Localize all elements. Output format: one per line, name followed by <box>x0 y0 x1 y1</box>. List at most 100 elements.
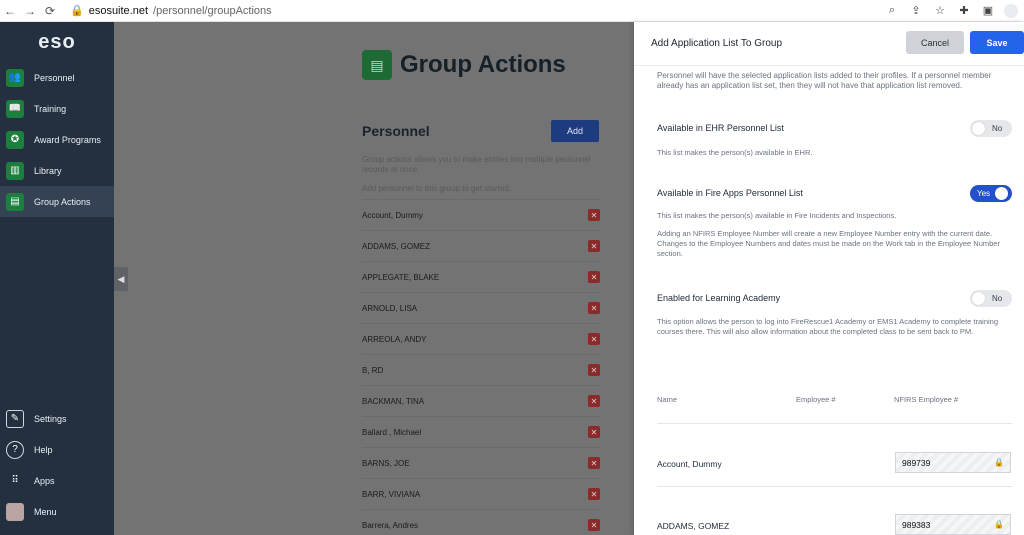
personnel-name: ARNOLD, LISA <box>362 303 418 313</box>
sidebar-item-training[interactable]: 📖 Training <box>0 93 114 124</box>
table-row: Account, Dummy ✕ <box>362 199 600 230</box>
table-row: ARREOLA, ANDY ✕ <box>362 323 600 354</box>
lock-icon: 🔒 <box>994 458 1004 467</box>
remove-icon[interactable]: ✕ <box>588 457 600 469</box>
remove-icon[interactable]: ✕ <box>588 426 600 438</box>
eso-logo[interactable]: eso <box>0 22 114 62</box>
panel-intro: Personnel will have the selected applica… <box>657 71 992 90</box>
remove-icon[interactable]: ✕ <box>588 364 600 376</box>
extensions-icon[interactable]: ✚ <box>956 3 972 19</box>
sidepanel-icon[interactable]: ▣ <box>980 3 996 19</box>
back-icon[interactable]: ← <box>0 1 20 21</box>
table-row: BARR, VIVIANA ✕ <box>362 478 600 509</box>
url-path: /personnel/groupActions <box>153 4 272 17</box>
forward-icon[interactable]: → <box>20 1 40 21</box>
page-header: ▤ Group Actions <box>362 50 566 80</box>
table-row: Ballard , Michael ✕ <box>362 416 600 447</box>
toggle-state: No <box>992 124 1003 133</box>
remove-icon[interactable]: ✕ <box>588 395 600 407</box>
fire-apps-option-help: This list makes the person(s) available … <box>657 211 897 220</box>
employee-name: Account, Dummy <box>657 459 722 469</box>
sidebar-item-library[interactable]: ▥ Library <box>0 155 114 186</box>
personnel-name: BARNS, JOE <box>362 458 410 468</box>
url-host: esosuite.net <box>88 4 149 17</box>
employee-name: ADDAMS, GOMEZ <box>657 521 730 531</box>
reload-icon[interactable]: ⟳ <box>40 1 60 21</box>
browser-toolbar: ← → ⟳ 🔒 esosuite.net/personnel/groupActi… <box>0 0 1024 22</box>
sidebar-item-personnel[interactable]: 👥 Personnel <box>0 62 114 93</box>
sidebar-item-label: Award Programs <box>34 134 101 145</box>
nfirs-number-value: 989739 <box>902 457 931 468</box>
side-panel: Add Application List To Group Cancel Sav… <box>634 22 1024 535</box>
sidebar-item-award-programs[interactable]: ✪ Award Programs <box>0 124 114 155</box>
nfirs-number-field: 989739 🔒 <box>895 452 1011 473</box>
group-actions-icon: ▤ <box>362 50 392 80</box>
column-header-name: Name <box>657 395 678 404</box>
fire-apps-toggle[interactable]: Yes <box>970 185 1012 202</box>
personnel-name: APPLEGATE, BLAKE <box>362 272 440 282</box>
remove-icon[interactable]: ✕ <box>588 488 600 500</box>
star-icon[interactable]: ☆ <box>932 3 948 19</box>
table-row: BACKMAN, TINA ✕ <box>362 385 600 416</box>
sidebar-item-menu[interactable]: Menu <box>0 496 114 527</box>
page-title: Group Actions <box>400 51 566 78</box>
people-icon: 👥 <box>6 68 24 87</box>
table-row: ADDAMS, GOMEZ ✕ <box>362 230 600 261</box>
toggle-knob <box>972 122 985 135</box>
table-row: ARNOLD, LISA ✕ <box>362 292 600 323</box>
personnel-list: Account, Dummy ✕ ADDAMS, GOMEZ ✕ APPLEGATE, … <box>362 199 600 535</box>
main-content: ◀ ▤ Group Actions Personnel Add Group ac… <box>114 22 634 535</box>
panel-title: Add Application List To Group <box>651 38 783 49</box>
column-header-nfirs: NFIRS Employee # <box>894 395 959 404</box>
nfirs-number-value: 989383 <box>902 519 931 530</box>
remove-icon[interactable]: ✕ <box>588 333 600 345</box>
share-icon[interactable]: ⇪ <box>908 3 924 19</box>
profile-icon[interactable] <box>1004 3 1018 18</box>
personnel-name: BARR, VIVIANA <box>362 489 421 499</box>
learning-academy-toggle[interactable]: No <box>970 290 1012 307</box>
personnel-name: Account, Dummy <box>362 210 423 220</box>
table-row: Barrera, Andres ✕ <box>362 509 600 535</box>
wrench-icon: ✎ <box>6 409 24 428</box>
sidebar: eso 👥 Personnel 📖 Training ✪ Award Progr… <box>0 22 114 535</box>
column-header-employee: Employee # <box>796 395 836 404</box>
learning-academy-option-help: This option allows the person to log int… <box>657 317 999 336</box>
toggle-state: Yes <box>977 189 991 198</box>
address-bar[interactable]: 🔒 esosuite.net/personnel/groupActions <box>70 4 272 18</box>
sidebar-item-help[interactable]: ? Help <box>0 434 114 465</box>
personnel-name: ADDAMS, GOMEZ <box>362 241 431 251</box>
table-row: APPLEGATE, BLAKE ✕ <box>362 261 600 292</box>
cancel-button[interactable]: Cancel <box>906 31 964 54</box>
avatar <box>6 502 24 521</box>
personnel-name: Ballard , Michael <box>362 427 422 437</box>
sidebar-item-settings[interactable]: ✎ Settings <box>0 403 114 434</box>
zoom-icon[interactable]: ⌕ <box>884 3 900 19</box>
remove-icon[interactable]: ✕ <box>588 209 600 221</box>
toggle-state: No <box>992 294 1003 303</box>
remove-icon[interactable]: ✕ <box>588 271 600 283</box>
fire-apps-option-label: Available in Fire Apps Personnel List <box>657 188 803 198</box>
sidebar-item-apps[interactable]: ⠿ Apps <box>0 465 114 496</box>
add-personnel-button[interactable]: Add <box>551 120 599 142</box>
save-button[interactable]: Save <box>970 31 1024 54</box>
remove-icon[interactable]: ✕ <box>588 519 600 531</box>
panel-header: Add Application List To Group <box>634 22 1024 66</box>
group-actions-icon: ▤ <box>6 192 24 211</box>
personnel-name: B, RD <box>362 365 384 375</box>
personnel-name: Barrera, Andres <box>362 520 419 530</box>
sidebar-item-label: Personnel <box>34 72 75 83</box>
remove-icon[interactable]: ✕ <box>588 302 600 314</box>
nfirs-number-field: 989383 🔒 <box>895 514 1011 535</box>
ehr-toggle[interactable]: No <box>970 120 1012 137</box>
sidebar-item-group-actions[interactable]: ▤ Group Actions <box>0 186 114 217</box>
sidebar-item-label: Settings <box>34 413 67 424</box>
toggle-knob <box>972 292 985 305</box>
help-icon: ? <box>6 440 24 459</box>
table-row: B, RD ✕ <box>362 354 600 385</box>
collapse-sidebar-button[interactable]: ◀ <box>114 267 128 291</box>
sidebar-item-label: Help <box>34 444 53 455</box>
ehr-option-help: This list makes the person(s) available … <box>657 148 813 157</box>
remove-icon[interactable]: ✕ <box>588 240 600 252</box>
personnel-name: BACKMAN, TINA <box>362 396 425 406</box>
toggle-knob <box>995 187 1009 200</box>
